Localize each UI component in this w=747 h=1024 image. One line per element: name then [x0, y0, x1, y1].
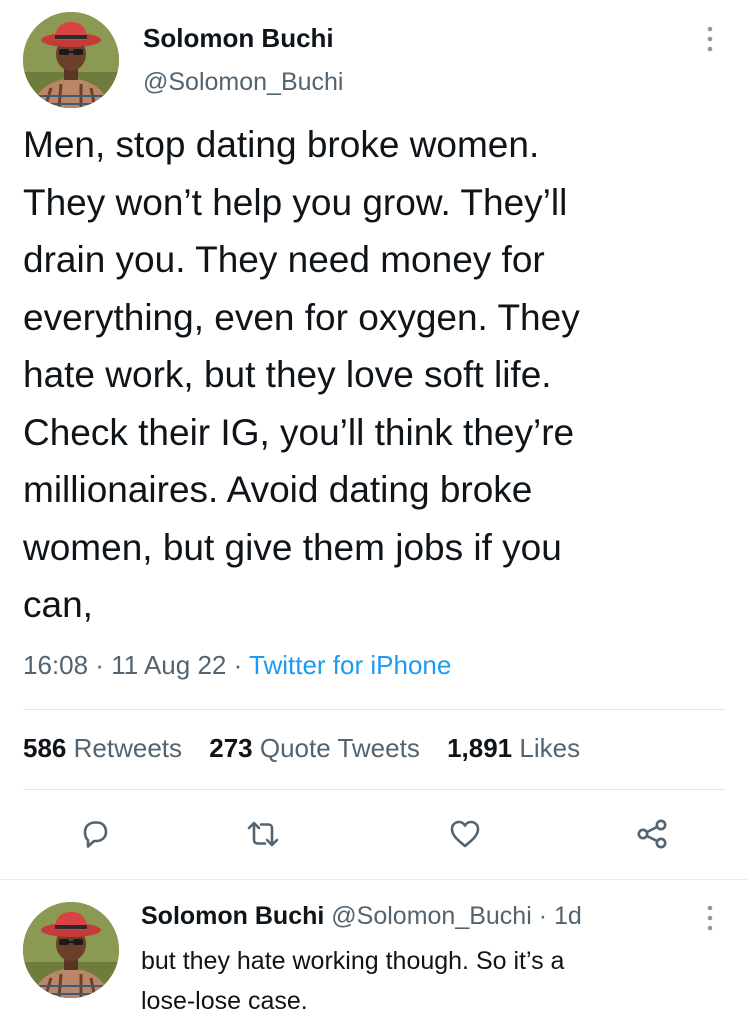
retweets-stat[interactable]: 586 Retweets — [23, 733, 182, 763]
tweet-source-link[interactable]: Twitter for iPhone — [249, 650, 451, 680]
reply-author-handle[interactable]: @Solomon_Buchi — [331, 902, 532, 930]
reply-icon[interactable] — [77, 816, 113, 852]
reply-author-name[interactable]: Solomon Buchi — [141, 902, 324, 930]
more-options-icon[interactable] — [700, 22, 720, 56]
reply-text: but they hate working though. So it’s a … — [141, 947, 565, 1015]
section-divider — [0, 879, 747, 880]
quote-tweets-stat[interactable]: 273 Quote Tweets — [209, 733, 420, 763]
meta-separator: · — [531, 902, 554, 930]
author-avatar[interactable] — [23, 12, 119, 108]
avatar-photo — [23, 902, 119, 998]
more-options-icon[interactable] — [700, 901, 720, 935]
tweet-date[interactable]: 11 Aug 22 — [111, 650, 226, 680]
reply-header: Solomon Buchi @Solomon_Buchi · 1d — [141, 902, 582, 931]
quote-tweets-label: Quote Tweets — [259, 733, 420, 763]
tweet-time[interactable]: 16:08 — [23, 650, 88, 680]
retweets-label: Retweets — [73, 733, 183, 763]
tweet-metadata: 16:08 · 11 Aug 22 · Twitter for iPhone — [23, 650, 451, 681]
likes-stat[interactable]: 1,891 Likes — [447, 733, 580, 763]
divider — [23, 789, 725, 790]
reply-author-avatar[interactable] — [23, 902, 119, 998]
like-icon[interactable] — [447, 816, 483, 852]
tweet-text: Men, stop dating broke women. They won’t… — [23, 124, 580, 625]
meta-separator: · — [226, 650, 250, 680]
tweet-stats: 586 Retweets 273 Quote Tweets 1,891 Like… — [23, 733, 580, 764]
retweets-count: 586 — [23, 733, 67, 763]
retweet-icon[interactable] — [245, 816, 281, 852]
likes-label: Likes — [519, 733, 581, 763]
author-name[interactable]: Solomon Buchi — [143, 23, 334, 54]
avatar-photo — [23, 12, 119, 108]
reply-age[interactable]: 1d — [554, 902, 582, 930]
quote-tweets-count: 273 — [209, 733, 253, 763]
divider — [23, 709, 725, 710]
share-icon[interactable] — [634, 816, 670, 852]
likes-count: 1,891 — [447, 733, 513, 763]
meta-separator: · — [88, 650, 112, 680]
author-handle[interactable]: @Solomon_Buchi — [143, 68, 344, 97]
